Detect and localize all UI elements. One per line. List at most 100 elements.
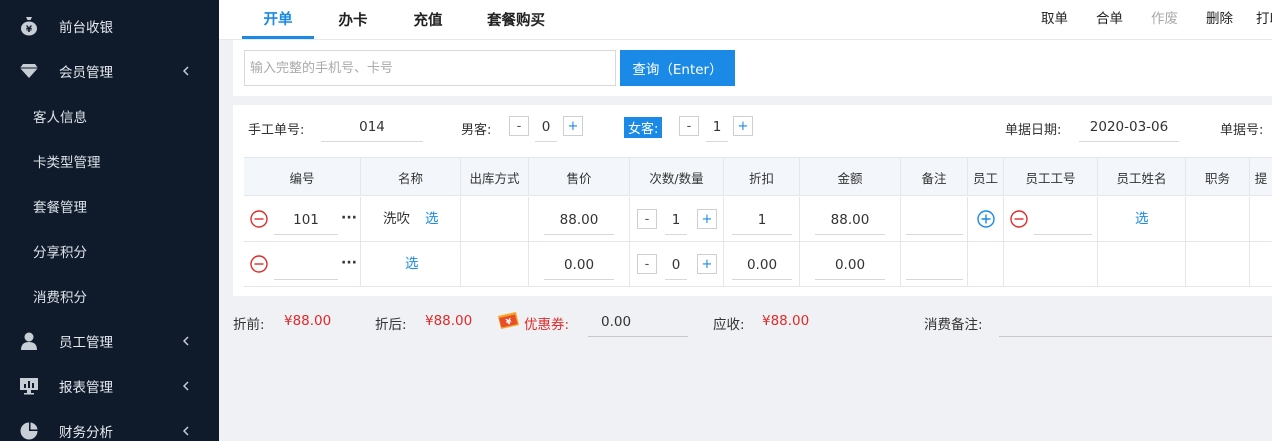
col-header-amount: 金额 — [800, 158, 901, 196]
price-input[interactable]: 88.00 — [544, 205, 614, 235]
outbound-cell[interactable] — [461, 242, 529, 287]
col-header-discount: 折扣 — [724, 158, 800, 196]
remove-row-icon[interactable] — [250, 255, 268, 273]
col-header-staff-name: 员工姓名 — [1098, 158, 1186, 196]
monitor-chart-icon — [19, 376, 39, 396]
more-icon[interactable]: ··· — [341, 242, 357, 287]
svg-text:¥: ¥ — [26, 25, 33, 35]
void-button[interactable]: 作废 — [1151, 0, 1178, 34]
discount-input[interactable]: 0.00 — [732, 250, 792, 280]
col-header-quantity: 次数/数量 — [630, 158, 724, 196]
col-header-code: 编号 — [244, 158, 361, 196]
chevron-left-icon — [181, 65, 191, 76]
col-header-remark: 备注 — [901, 158, 968, 196]
print-button[interactable]: 打印 — [1256, 0, 1272, 34]
merge-order-button[interactable]: 合单 — [1096, 0, 1123, 34]
tab-package-purchase[interactable]: 套餐购买 — [481, 0, 551, 39]
select-item-link[interactable]: 选 — [425, 197, 439, 242]
tab-recharge[interactable]: 充值 — [402, 0, 454, 39]
sidebar: ¥ 前台收银 会员管理 客人信息 卡类型管理 套餐管理 分享积分 消费积分 员工… — [0, 0, 219, 441]
qty-decrement-button[interactable]: - — [637, 254, 657, 274]
sidebar-item-reports[interactable]: 报表管理 — [0, 363, 219, 408]
coupon-icon: ¥ — [495, 311, 521, 335]
sidebar-subitem-guest-info[interactable]: 客人信息 — [0, 93, 219, 138]
sidebar-item-label: 前台收银 — [59, 19, 113, 36]
sidebar-subitem-consume-points[interactable]: 消费积分 — [0, 273, 219, 318]
bill-date-field[interactable]: 2020-03-06 — [1079, 112, 1179, 142]
male-count-field[interactable]: 0 — [535, 112, 557, 142]
position-cell — [1186, 197, 1250, 242]
male-decrement-button[interactable]: - — [509, 116, 529, 136]
select-staff-link[interactable]: 选 — [1135, 197, 1149, 242]
qty-input[interactable]: 0 — [665, 250, 687, 280]
order-summary: 折前: ¥88.00 折后: ¥88.00 ¥ 优惠券: 0.00 应收: ¥8… — [219, 296, 1272, 346]
female-decrement-button[interactable]: - — [679, 116, 699, 136]
sidebar-subitem-share-points[interactable]: 分享积分 — [0, 228, 219, 273]
remove-staff-icon[interactable] — [1010, 210, 1028, 228]
coupon-label: 优惠券: — [524, 317, 570, 333]
sidebar-item-members[interactable]: 会员管理 — [0, 48, 219, 93]
order-items-table: 编号 名称 出库方式 售价 次数/数量 折扣 金额 备注 员工 员工工号 员工姓… — [244, 157, 1272, 287]
sidebar-item-finance[interactable]: 财务分析 — [0, 408, 219, 441]
add-staff-icon[interactable] — [977, 210, 995, 228]
search-panel: 查询（Enter） — [233, 40, 1272, 96]
tab-issue-card[interactable]: 办卡 — [327, 0, 379, 39]
qty-input[interactable]: 1 — [665, 205, 687, 235]
male-guest-label: 男客: — [461, 123, 492, 138]
diamond-icon — [19, 61, 39, 81]
query-button[interactable]: 查询（Enter） — [620, 50, 735, 86]
before-discount-label: 折前: — [233, 317, 265, 333]
table-header: 编号 名称 出库方式 售价 次数/数量 折扣 金额 备注 员工 员工工号 员工姓… — [244, 158, 1272, 196]
sidebar-item-label: 会员管理 — [59, 64, 113, 81]
sidebar-item-label: 员工管理 — [59, 334, 113, 351]
manual-no-field[interactable]: 014 — [321, 112, 423, 142]
tab-open-order[interactable]: 开单 — [242, 0, 314, 39]
chevron-left-icon — [181, 335, 191, 346]
bill-date-label: 单据日期: — [1005, 123, 1062, 138]
remove-row-icon[interactable] — [250, 210, 268, 228]
item-code-input[interactable]: 101 — [274, 205, 338, 235]
col-header-outbound: 出库方式 — [461, 158, 529, 196]
col-header-position: 职务 — [1186, 158, 1250, 196]
col-header-commission: 提 — [1254, 170, 1268, 186]
sidebar-subitem-packages[interactable]: 套餐管理 — [0, 183, 219, 228]
sidebar-item-label: 财务分析 — [59, 424, 113, 441]
search-input[interactable] — [244, 50, 616, 86]
manual-no-label: 手工单号: — [248, 123, 305, 138]
consume-note-input[interactable] — [999, 308, 1272, 337]
select-item-link[interactable]: 选 — [405, 242, 419, 287]
qty-increment-button[interactable]: + — [697, 254, 717, 274]
female-guest-label: 女客: — [624, 117, 663, 138]
person-icon — [19, 331, 39, 351]
order-form: 手工单号: 014 男客: - 0 + 女客: - 1 + 单据日期: 2020… — [233, 105, 1272, 296]
table-row: ··· 选 0.00 - 0 + 0.00 0.00 — [244, 242, 1272, 287]
remark-input[interactable] — [906, 250, 963, 280]
male-increment-button[interactable]: + — [563, 116, 583, 136]
col-header-staff: 员工 — [968, 158, 1004, 196]
staff-id-input[interactable] — [1034, 205, 1092, 235]
sidebar-item-staff[interactable]: 员工管理 — [0, 318, 219, 363]
amount-input[interactable]: 88.00 — [815, 205, 885, 235]
item-code-input[interactable] — [274, 250, 338, 280]
sidebar-subitem-card-types[interactable]: 卡类型管理 — [0, 138, 219, 183]
remark-input[interactable] — [906, 205, 963, 235]
amount-input[interactable]: 0.00 — [815, 250, 885, 280]
price-input[interactable]: 0.00 — [544, 250, 614, 280]
table-row: 101 ··· 洗吹 选 88.00 - 1 + 1 88.00 选 — [244, 197, 1272, 242]
delete-button[interactable]: 删除 — [1206, 0, 1233, 34]
sidebar-item-cashier[interactable]: ¥ 前台收银 — [0, 3, 219, 48]
col-header-price: 售价 — [529, 158, 630, 196]
female-increment-button[interactable]: + — [733, 116, 753, 136]
female-count-field[interactable]: 1 — [706, 112, 728, 142]
discount-input[interactable]: 1 — [732, 205, 792, 235]
qty-increment-button[interactable]: + — [697, 209, 717, 229]
outbound-cell[interactable] — [461, 197, 529, 242]
before-discount-value: ¥88.00 — [284, 313, 332, 329]
after-discount-value: ¥88.00 — [425, 313, 473, 329]
take-order-button[interactable]: 取单 — [1041, 0, 1068, 34]
commission-cell — [1250, 197, 1272, 242]
sidebar-item-label: 报表管理 — [59, 379, 113, 396]
coupon-input[interactable]: 0.00 — [588, 308, 688, 337]
qty-decrement-button[interactable]: - — [637, 209, 657, 229]
more-icon[interactable]: ··· — [341, 197, 357, 242]
